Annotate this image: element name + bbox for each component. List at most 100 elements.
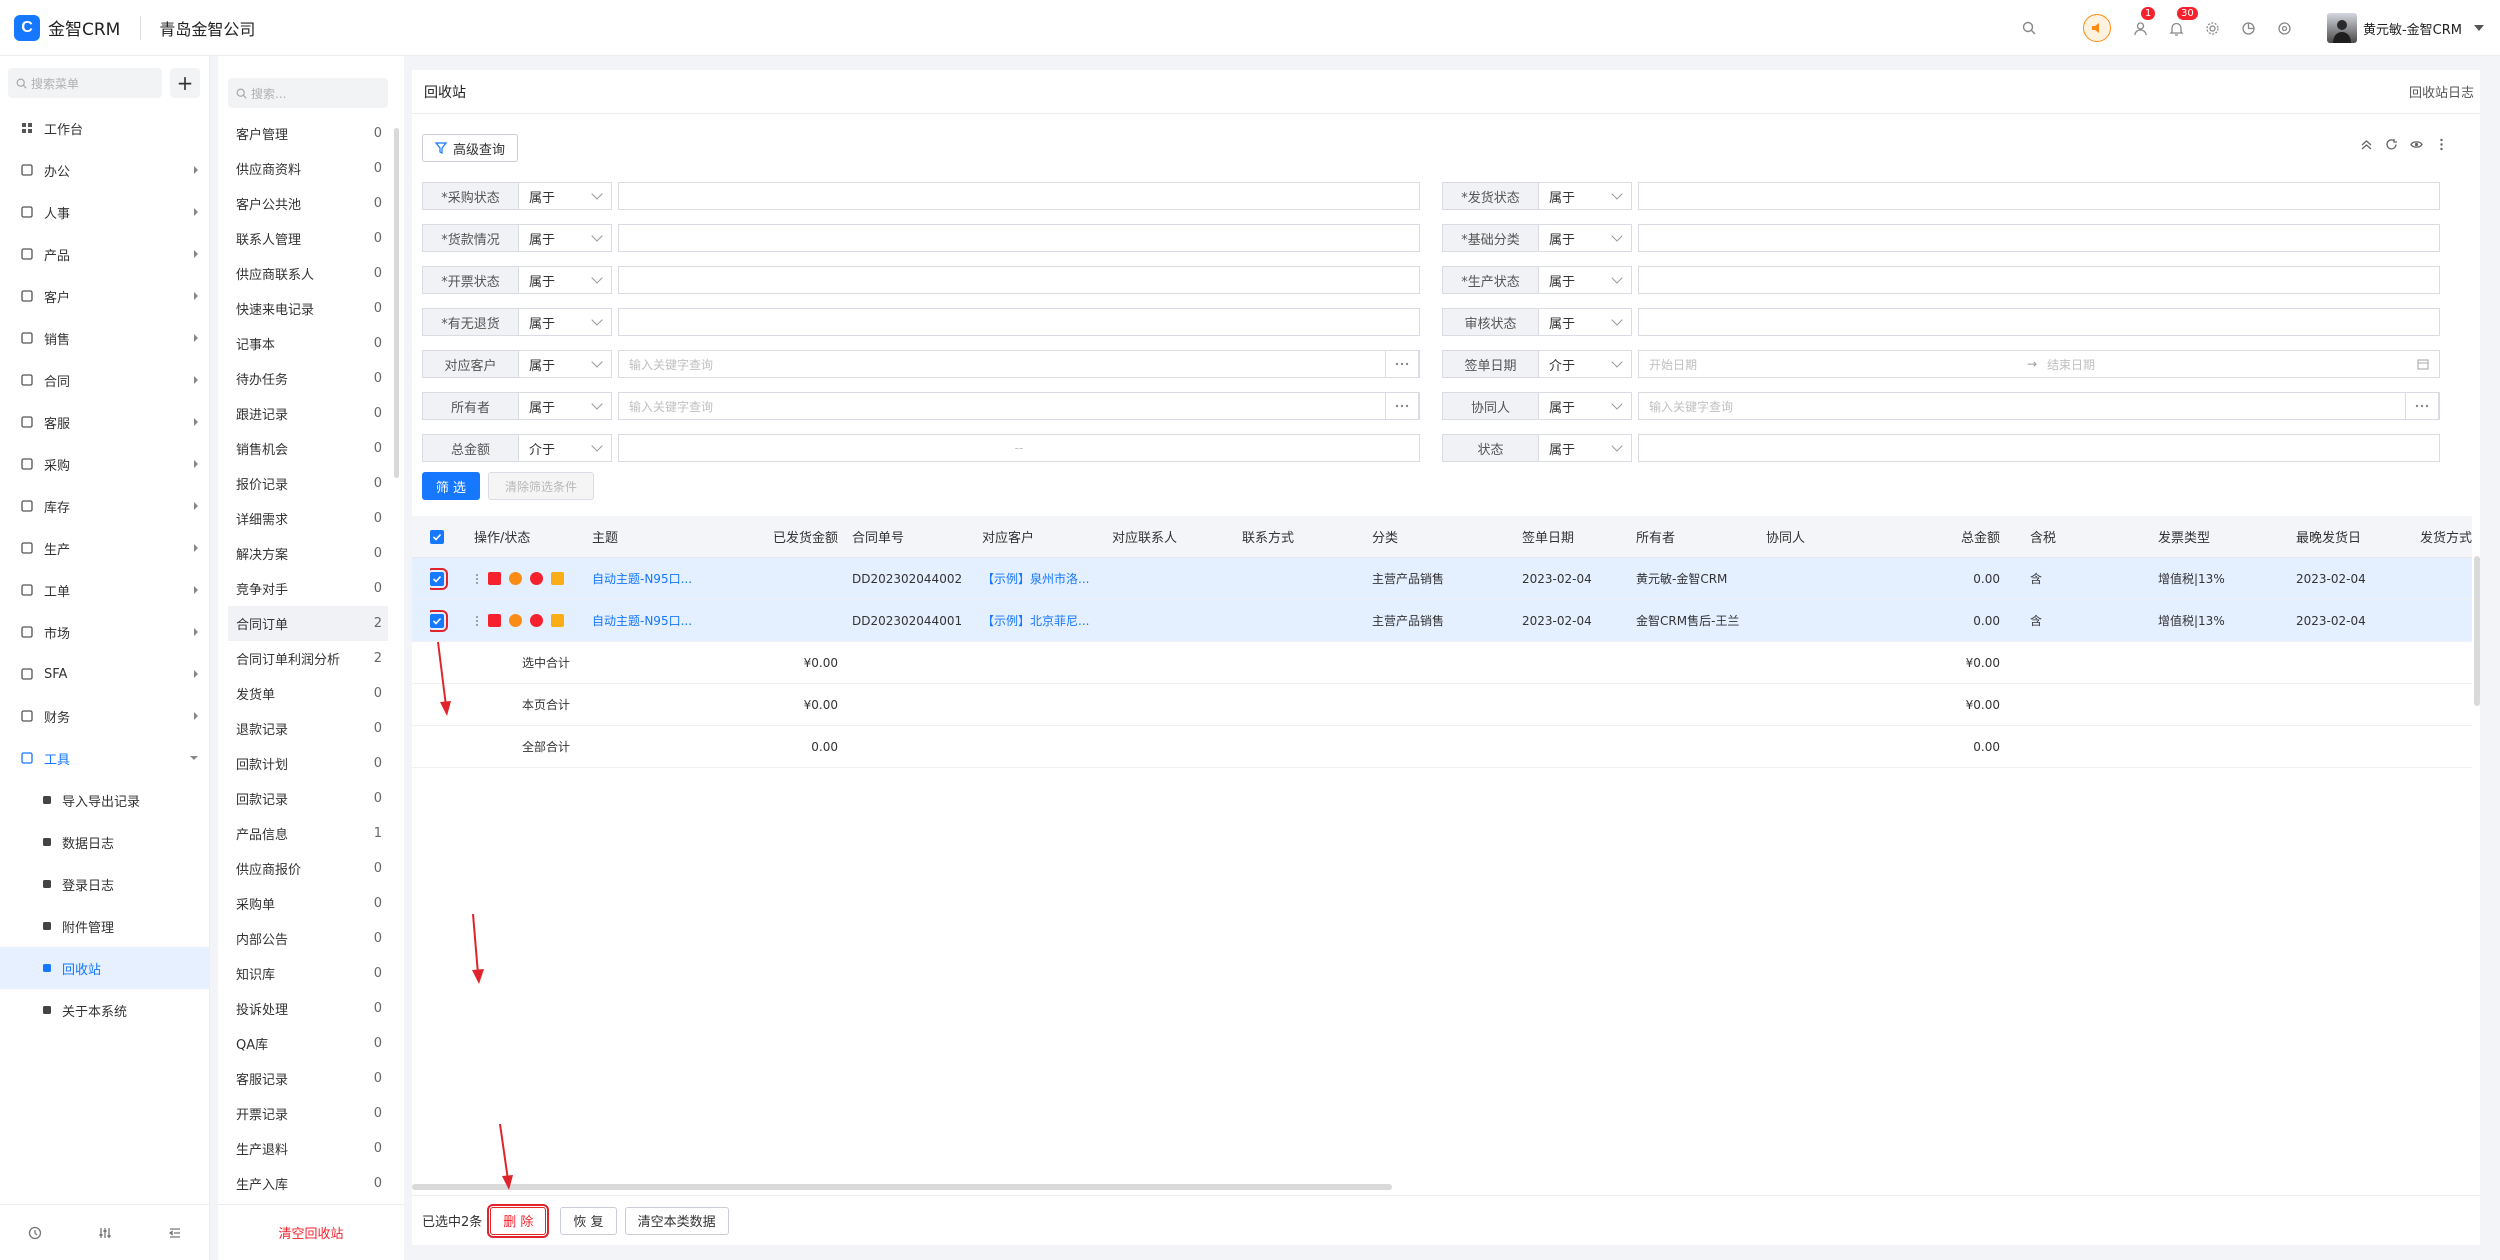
sidebar-item-13[interactable]: SFA [0, 653, 210, 695]
sidebar-item-12[interactable]: 市场 [0, 611, 210, 653]
filter-operator-select[interactable]: 属于 [1538, 308, 1632, 336]
sidebar-item-8[interactable]: 采购 [0, 443, 210, 485]
filter-value-input[interactable] [618, 224, 1420, 252]
sidebar-item-6[interactable]: 合同 [0, 359, 210, 401]
category-item[interactable]: 投诉处理 0 [228, 991, 388, 1026]
pdf-icon[interactable] [488, 614, 501, 627]
column-header[interactable]: 签单日期 [1522, 516, 1632, 557]
category-item[interactable]: 采购单 0 [228, 886, 388, 921]
category-item[interactable]: 回款记录 0 [228, 781, 388, 816]
column-header[interactable]: 对应联系人 [1112, 516, 1240, 557]
collapse-menu-icon[interactable] [168, 1226, 182, 1240]
user-menu[interactable]: 黄元敏-金智CRM [2326, 13, 2484, 43]
category-item[interactable]: 报价记录 0 [228, 466, 388, 501]
file-icon[interactable] [551, 614, 564, 627]
row-checkbox[interactable] [430, 567, 448, 590]
category-item[interactable]: 跟进记录 0 [228, 396, 388, 431]
category-item[interactable]: 供应商报价 0 [228, 851, 388, 886]
gear-icon[interactable] [2201, 16, 2225, 40]
cell-subject[interactable]: 自动主题-N95口... [592, 600, 710, 641]
category-search-input[interactable]: 搜索... [228, 78, 388, 108]
category-item[interactable]: 竞争对手 0 [228, 571, 388, 606]
table-row[interactable]: 自动主题-N95口... DD202302044002 【示例】泉州市洛... 主营产… [412, 558, 2472, 600]
row-checkbox[interactable] [430, 609, 448, 632]
more-options-button[interactable] [2405, 392, 2439, 420]
select-all-checkbox[interactable] [430, 529, 444, 544]
app-logo[interactable]: C 金智CRM [14, 14, 120, 41]
collapse-up-icon[interactable] [2360, 138, 2373, 151]
recycle-log-link[interactable]: 回收站日志 [2409, 82, 2474, 101]
filter-operator-select[interactable]: 属于 [518, 182, 612, 210]
table-row[interactable]: 自动主题-N95口... DD202302044001 【示例】北京菲尼... 主营产… [412, 600, 2472, 642]
column-header[interactable]: 发货方式 [2420, 516, 2480, 557]
filter-value-input[interactable]: 开始日期 → 结束日期 [1638, 350, 2440, 378]
category-item[interactable]: 解决方案 0 [228, 536, 388, 571]
column-header[interactable]: 最晚发货日 [2296, 516, 2418, 557]
menu-search-input[interactable]: 搜索菜单 [8, 68, 162, 98]
sidebar-subitem-3[interactable]: 附件管理 [0, 905, 210, 947]
sidebar-item-4[interactable]: 客户 [0, 275, 210, 317]
category-item[interactable]: 详细需求 0 [228, 501, 388, 536]
category-item[interactable]: 退款记录 0 [228, 711, 388, 746]
warning-icon[interactable] [509, 614, 522, 627]
category-item[interactable]: 开票记录 0 [228, 1096, 388, 1131]
category-item[interactable]: 内部公告 0 [228, 921, 388, 956]
delete-button[interactable]: 删 除 [487, 1203, 550, 1238]
user-msg-icon[interactable]: 1 [2129, 7, 2156, 40]
column-header[interactable]: 操作/状态 [474, 516, 584, 557]
category-item[interactable]: 快速来电记录 0 [228, 291, 388, 326]
category-item[interactable]: 生产退料 0 [228, 1131, 388, 1166]
category-item[interactable]: 待办任务 0 [228, 361, 388, 396]
cell-subject[interactable]: 自动主题-N95口... [592, 558, 710, 599]
table-horizontal-scrollbar[interactable] [412, 1184, 1392, 1190]
filter-value-input[interactable] [1638, 224, 2440, 252]
bell-icon[interactable]: 30 [2165, 7, 2198, 40]
filter-value-input[interactable]: 输入关键字查询 [618, 350, 1420, 378]
sidebar-item-10[interactable]: 生产 [0, 527, 210, 569]
category-item[interactable]: 回款计划 0 [228, 746, 388, 781]
alert-icon[interactable] [530, 614, 543, 627]
category-scrollbar[interactable] [394, 128, 399, 478]
column-header[interactable]: 已发货金额 [712, 516, 838, 557]
column-header[interactable]: 协同人 [1766, 516, 1894, 557]
sidebar-item-1[interactable]: 办公 [0, 149, 210, 191]
category-item[interactable]: 客服记录 0 [228, 1061, 388, 1096]
sidebar-subitem-1[interactable]: 数据日志 [0, 821, 210, 863]
more-options-button[interactable] [1385, 392, 1419, 420]
filter-value-input[interactable] [618, 266, 1420, 294]
speaker-icon[interactable] [2082, 14, 2111, 42]
clear-recycle-bin-button[interactable]: 清空回收站 [218, 1204, 404, 1260]
filter-value-input[interactable] [1638, 308, 2440, 336]
sidebar-item-11[interactable]: 工单 [0, 569, 210, 611]
search-icon[interactable] [2017, 16, 2041, 40]
table-vertical-scrollbar[interactable] [2474, 556, 2480, 706]
column-header[interactable]: 主题 [592, 516, 710, 557]
sidebar-item-7[interactable]: 客服 [0, 401, 210, 443]
sidebar-item-3[interactable]: 产品 [0, 233, 210, 275]
column-header[interactable]: 对应客户 [982, 516, 1110, 557]
filter-button[interactable]: 筛 选 [422, 472, 480, 500]
category-item[interactable]: 生产入库 0 [228, 1166, 388, 1201]
add-button[interactable]: + [170, 68, 200, 98]
alert-icon[interactable] [530, 572, 543, 585]
sidebar-item-14[interactable]: 财务 [0, 695, 210, 737]
filter-operator-select[interactable]: 属于 [1538, 392, 1632, 420]
history-icon[interactable] [28, 1226, 42, 1240]
category-item[interactable]: 联系人管理 0 [228, 221, 388, 256]
filter-operator-select[interactable]: 属于 [1538, 266, 1632, 294]
filter-operator-select[interactable]: 介于 [1538, 350, 1632, 378]
category-item[interactable]: 客户公共池 0 [228, 186, 388, 221]
filter-operator-select[interactable]: 属于 [518, 392, 612, 420]
help-icon[interactable] [2273, 16, 2297, 40]
filter-value-input[interactable] [1638, 266, 2440, 294]
chart-icon[interactable] [2237, 16, 2261, 40]
sidebar-subitem-0[interactable]: 导入导出记录 [0, 779, 210, 821]
filter-operator-select[interactable]: 属于 [1538, 434, 1632, 462]
category-item[interactable]: 供应商联系人 0 [228, 256, 388, 291]
filter-value-input[interactable]: -- [618, 434, 1420, 462]
advanced-query-button[interactable]: 高级查询 [422, 134, 519, 162]
more-vertical-icon[interactable] [2435, 138, 2448, 151]
column-header[interactable]: 总金额 [1896, 516, 2000, 557]
filter-value-input[interactable] [618, 182, 1420, 210]
category-item[interactable]: 产品信息 1 [228, 816, 388, 851]
